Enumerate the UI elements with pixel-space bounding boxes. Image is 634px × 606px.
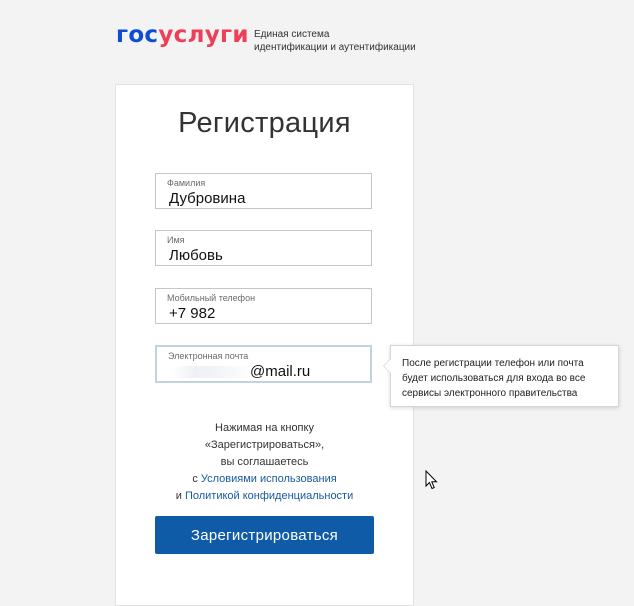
tooltip-arrow-inner: [384, 359, 391, 373]
phone-value: +7 982: [169, 305, 216, 322]
agreement-line3: вы соглашаетесь: [220, 456, 309, 468]
last-name-value: Дубровина: [169, 190, 246, 207]
terms-link[interactable]: Условиями использования: [201, 473, 337, 485]
agreement-line4: с Условиями использования: [116, 471, 413, 488]
register-button[interactable]: Зарегистрироваться: [155, 516, 374, 554]
logo-uslugi-text: услуги: [158, 22, 249, 48]
last-name-label: Фамилия: [167, 178, 206, 188]
email-value: @mail.ru: [250, 363, 311, 380]
agreement-prefix-i: и: [175, 490, 185, 502]
tagline-line2: идентификации и аутентификации: [254, 42, 416, 53]
email-label: Электронная почта: [168, 351, 249, 361]
agreement-prefix-s: с: [192, 473, 201, 485]
tooltip-line3: сервисы электронного правительства: [402, 388, 578, 399]
privacy-link[interactable]: Политикой конфиденциальности: [185, 490, 353, 502]
registration-card: Регистрация Фамилия Дубровина Имя Любовь…: [115, 84, 414, 606]
agreement-line2: «Зарегистрироваться»,: [204, 439, 325, 451]
phone-label: Мобильный телефон: [167, 293, 256, 303]
gosuslugi-logo[interactable]: госуслуги: [116, 22, 249, 48]
first-name-label: Имя: [167, 235, 185, 245]
last-name-field[interactable]: Фамилия Дубровина: [155, 173, 372, 209]
agreement-line5: и Политикой конфиденциальности: [116, 488, 413, 505]
mouse-cursor-icon: [425, 469, 439, 495]
agreement-text: Нажимая на кнопку «Зарегистрироваться», …: [116, 420, 413, 505]
email-tooltip: После регистрации телефон или почта буде…: [383, 345, 619, 407]
phone-field[interactable]: Мобильный телефон +7 982: [155, 288, 372, 324]
email-redacted-part: [171, 366, 251, 378]
tagline-line1: Единая система: [254, 29, 330, 40]
agreement-line1: Нажимая на кнопку: [215, 422, 314, 434]
tooltip-line2: будет использоваться для входа во все: [402, 373, 586, 384]
first-name-value: Любовь: [169, 247, 223, 264]
tooltip-line1: После регистрации телефон или почта: [402, 358, 584, 369]
email-field[interactable]: Электронная почта @mail.ru: [155, 345, 372, 383]
logo-gos-text: гос: [116, 22, 159, 48]
first-name-field[interactable]: Имя Любовь: [155, 230, 372, 266]
page-title: Регистрация: [178, 107, 351, 139]
tagline: Единая система идентификации и аутентифи…: [254, 28, 444, 54]
